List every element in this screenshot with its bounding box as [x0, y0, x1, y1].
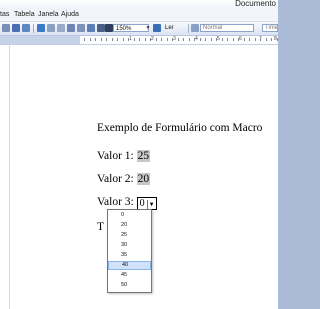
ruler-tick [128, 38, 129, 41]
ruler-tick [166, 38, 168, 41]
zoom-dropdown-arrow-icon[interactable]: ▼ [145, 24, 151, 32]
insert-table-icon[interactable] [57, 24, 65, 32]
dropdown-option[interactable]: 45 [108, 271, 151, 280]
ruler-tick [84, 38, 85, 41]
menu-bar: tas Tabela Janela Ajuda [0, 10, 278, 22]
ruler-number: 2 [151, 36, 154, 42]
valor3-line: Valor 3: 0 ▼ [97, 196, 157, 211]
ruler-tick [111, 38, 113, 41]
valor3-value: 0 [139, 198, 145, 209]
ruler-tick [232, 38, 234, 41]
ruler-tick [199, 38, 201, 41]
ruler-tick [205, 38, 206, 41]
valor2-label: Valor 2: [97, 173, 134, 185]
bullet-icon[interactable] [2, 24, 10, 32]
window-title: Documento [235, 0, 276, 8]
show-hide-icon[interactable] [105, 24, 113, 32]
ruler-tick [95, 38, 96, 41]
ruler-tick [183, 38, 184, 41]
menu-item-tabela[interactable]: Tabela [14, 11, 35, 18]
document-heading: Exemplo de Formulário com Macro [97, 122, 263, 134]
ruler-tick [254, 38, 256, 41]
dropdown-option[interactable]: 30 [108, 241, 151, 250]
styles-icon[interactable] [191, 24, 199, 32]
menu-item-ferramentas[interactable]: tas [0, 11, 9, 18]
ruler-tick [194, 38, 195, 41]
tables-borders-icon[interactable] [47, 24, 55, 32]
dropdown-option[interactable]: 50 [108, 281, 151, 290]
toolbar-separator [33, 24, 34, 33]
ruler-tick [221, 38, 223, 41]
menu-item-ajuda[interactable]: Ajuda [61, 11, 79, 18]
valor2-field[interactable]: 20 [136, 173, 151, 185]
ruler-tick [172, 38, 173, 41]
style-combo[interactable]: Normal [200, 24, 254, 32]
ruler-tick [139, 38, 140, 41]
menu-item-janela[interactable]: Janela [38, 11, 59, 18]
ruler-number: 1 [129, 36, 132, 42]
redo-icon[interactable] [22, 24, 30, 32]
ruler-tick [106, 38, 107, 41]
insert-excel-icon[interactable] [67, 24, 75, 32]
ruler-tick [238, 38, 239, 41]
valor1-field[interactable]: 25 [136, 150, 151, 162]
ruler-tick [100, 38, 102, 41]
ruler-tick [243, 38, 245, 41]
ruler-margin [0, 36, 80, 44]
ruler-tick [122, 38, 124, 41]
horizontal-ruler[interactable]: 1 2 3 4 5 6 7 8 [0, 36, 278, 45]
standard-toolbar: 150% ▼ Ler Normal Times [0, 22, 278, 36]
title-bar: Documento [0, 0, 278, 10]
valor3-label: Valor 3: [97, 196, 134, 208]
ruler-tick [265, 38, 267, 41]
ruler-tick [144, 38, 146, 41]
dropdown-option[interactable]: 35 [108, 251, 151, 260]
ruler-tick [177, 38, 179, 41]
ruler-tick [260, 38, 261, 41]
font-combo[interactable]: Times [262, 24, 278, 32]
document-map-icon[interactable] [97, 24, 105, 32]
ruler-number: 6 [239, 36, 242, 42]
ruler-tick [155, 38, 157, 41]
ruler-tick [150, 38, 151, 41]
valor1-line: Valor 1: 25 [97, 150, 151, 162]
toolbar-separator-2 [188, 24, 189, 33]
dropdown-option[interactable]: 0 [108, 211, 151, 220]
page-edge [9, 45, 10, 309]
zoom-combo[interactable]: 150% [113, 24, 149, 32]
ruler-tick [271, 38, 272, 41]
valor1-label: Valor 1: [97, 150, 134, 162]
ruler-tick [210, 38, 212, 41]
hyperlink-icon[interactable] [37, 24, 45, 32]
ruler-tick [216, 38, 217, 41]
ruler-tick [161, 38, 162, 41]
ruler-number: 5 [217, 36, 220, 42]
partial-text: T [97, 221, 105, 233]
ruler-tick [249, 38, 250, 41]
dropdown-option-selected[interactable]: 40 [108, 261, 151, 270]
ruler-tick [133, 38, 135, 41]
read-button[interactable]: Ler [165, 24, 185, 32]
ruler-tick [276, 38, 278, 41]
undo-icon[interactable] [12, 24, 20, 32]
ruler-tick [117, 38, 118, 41]
dropdown-option[interactable]: 20 [108, 221, 151, 230]
ruler-tick [227, 38, 228, 41]
valor2-line: Valor 2: 20 [97, 173, 151, 185]
dropdown-option[interactable]: 25 [108, 231, 151, 240]
help-icon[interactable] [153, 24, 161, 32]
ruler-tick [188, 38, 190, 41]
drawing-icon[interactable] [87, 24, 95, 32]
valor3-dropdown-list[interactable]: 0 20 25 30 35 40 45 50 [107, 209, 152, 293]
ruler-number: 4 [195, 36, 198, 42]
columns-icon[interactable] [77, 24, 85, 32]
ruler-tick [89, 38, 91, 41]
ruler-number: 3 [173, 36, 176, 42]
